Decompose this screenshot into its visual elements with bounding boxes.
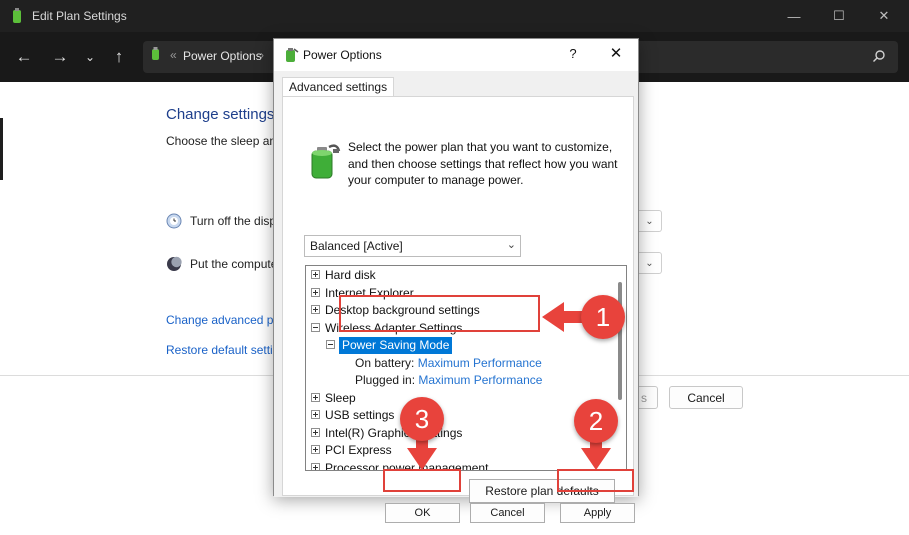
- callout-badge-2: 2: [574, 399, 618, 443]
- forward-arrow-icon[interactable]: →: [48, 46, 72, 68]
- maximize-button[interactable]: ☐: [817, 0, 861, 32]
- expand-icon[interactable]: [311, 270, 320, 279]
- breadcrumb[interactable]: Power Options: [183, 49, 262, 63]
- change-advanced-link[interactable]: Change advanced p: [166, 313, 273, 327]
- display-timeout-label: Turn off the disp: [190, 214, 277, 228]
- dialog-title: Power Options: [303, 48, 382, 62]
- power-plan-selected: Balanced [Active]: [310, 239, 403, 253]
- expand-icon[interactable]: [311, 410, 320, 419]
- breadcrumb-separator-icon: «: [170, 48, 177, 62]
- battery-plug-icon: [286, 48, 299, 62]
- page-title: Change settings: [166, 106, 275, 123]
- display-timeout-dropdown[interactable]: ⌄: [638, 210, 662, 232]
- chevron-down-icon: ⌄: [506, 239, 516, 251]
- search-icon[interactable]: [872, 49, 886, 63]
- help-icon[interactable]: ?: [565, 46, 581, 61]
- on-battery-value[interactable]: Maximum Performance: [418, 356, 542, 370]
- recent-locations-chevron-icon[interactable]: ⌄: [78, 46, 102, 68]
- sleep-timeout-dropdown[interactable]: ⌄: [638, 252, 662, 274]
- apply-button[interactable]: Apply: [560, 503, 635, 523]
- monitor-clock-icon: [166, 213, 182, 229]
- address-bar[interactable]: « Power Options ›: [143, 41, 273, 73]
- expand-icon[interactable]: [311, 392, 320, 402]
- dialog-titlebar: Power Options ? ✕: [274, 39, 638, 71]
- search-box[interactable]: [636, 41, 898, 73]
- tab-advanced-settings[interactable]: Advanced settings: [282, 77, 395, 97]
- tree-item-on-battery[interactable]: On battery: Maximum Performance: [355, 355, 542, 372]
- expand-icon[interactable]: [311, 427, 320, 437]
- expand-icon[interactable]: [311, 305, 320, 314]
- plugged-in-value[interactable]: Maximum Performance: [418, 373, 542, 387]
- power-options-icon: [152, 47, 159, 60]
- power-options-icon: [13, 8, 21, 23]
- battery-plug-large-icon: [311, 144, 341, 179]
- collapse-icon[interactable]: [311, 322, 320, 332]
- highlight-box-apply: [557, 469, 634, 492]
- page-subtitle: Choose the sleep an: [166, 134, 277, 148]
- cancel-background-button[interactable]: Cancel: [669, 386, 743, 409]
- moon-icon: [167, 256, 182, 271]
- power-plan-dropdown[interactable]: Balanced [Active] ⌄: [304, 235, 521, 257]
- close-icon[interactable]: ✕: [607, 44, 625, 62]
- expand-icon[interactable]: [311, 445, 320, 454]
- up-arrow-icon[interactable]: ↑: [107, 46, 131, 68]
- callout-badge-3: 3: [400, 397, 444, 441]
- cancel-button[interactable]: Cancel: [470, 503, 545, 523]
- expand-icon[interactable]: [311, 462, 320, 470]
- sleep-timeout-label: Put the compute: [190, 257, 278, 271]
- close-window-button[interactable]: ✕: [862, 0, 906, 32]
- callout-badge-1: 1: [581, 295, 625, 339]
- back-arrow-icon[interactable]: ←: [12, 46, 36, 68]
- intro-text: Select the power plan that you want to c…: [348, 140, 618, 187]
- scrollbar-thumb[interactable]: [618, 282, 622, 400]
- restore-defaults-link[interactable]: Restore default setti: [166, 343, 273, 357]
- dark-edge: [0, 118, 3, 180]
- breadcrumb-chevron-icon[interactable]: ›: [260, 48, 264, 62]
- window-title: Edit Plan Settings: [32, 9, 127, 23]
- minimize-button[interactable]: —: [772, 0, 816, 32]
- tree-scrollbar[interactable]: [614, 266, 626, 470]
- tree-item-plugged-in[interactable]: Plugged in: Maximum Performance: [355, 372, 542, 389]
- collapse-icon[interactable]: [326, 340, 335, 349]
- highlight-box-ok: [383, 469, 461, 492]
- window-titlebar: Edit Plan Settings — ☐ ✕: [0, 0, 909, 32]
- ok-button[interactable]: OK: [385, 503, 460, 523]
- highlight-box-power-values: [339, 295, 540, 332]
- expand-icon[interactable]: [311, 287, 320, 297]
